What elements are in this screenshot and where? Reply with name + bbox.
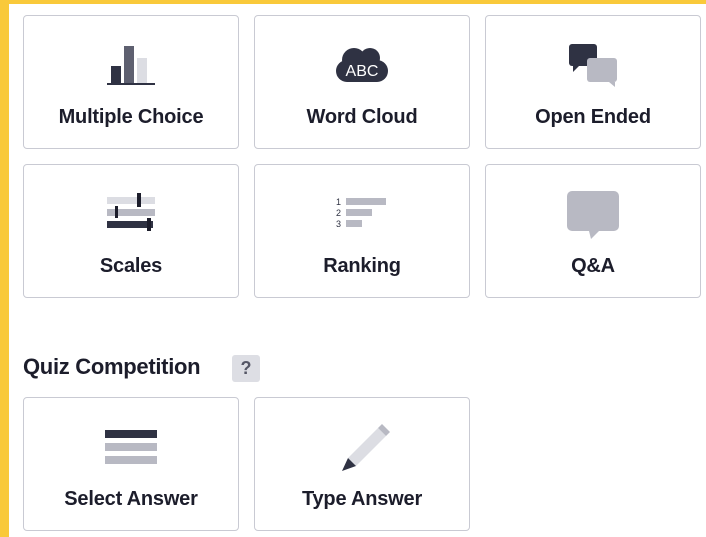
card-label: Ranking xyxy=(323,255,401,277)
pencil-icon xyxy=(255,420,469,472)
card-label: Type Answer xyxy=(301,488,423,510)
chat-bubble-icon xyxy=(486,187,700,239)
yellow-top-border xyxy=(0,0,706,4)
speech-bubbles-icon xyxy=(486,38,700,90)
card-label: Select Answer xyxy=(64,488,198,510)
ranking-card[interactable]: 1 2 3 Ranking xyxy=(254,164,470,298)
rank-number: 3 xyxy=(336,219,341,229)
yellow-left-border xyxy=(0,0,9,537)
help-button[interactable]: ? xyxy=(232,355,260,382)
card-label: Scales xyxy=(99,255,163,277)
card-label: Multiple Choice xyxy=(58,106,204,128)
type-answer-card[interactable]: Type Answer xyxy=(254,397,470,531)
rank-number: 1 xyxy=(336,197,341,207)
word-cloud-icon: ABC xyxy=(255,38,469,90)
scales-card[interactable]: Scales xyxy=(23,164,239,298)
word-cloud-icon-text: ABC xyxy=(346,63,379,80)
word-cloud-card[interactable]: ABC Word Cloud xyxy=(254,15,470,149)
rank-number: 2 xyxy=(336,208,341,218)
open-ended-card[interactable]: Open Ended xyxy=(485,15,701,149)
card-label: Open Ended xyxy=(535,106,651,128)
qa-card[interactable]: Q&A xyxy=(485,164,701,298)
select-answer-card[interactable]: Select Answer xyxy=(23,397,239,531)
list-lines-icon xyxy=(24,420,238,472)
bar-chart-icon xyxy=(24,38,238,90)
section-title: Quiz Competition xyxy=(23,354,201,379)
ranking-icon: 1 2 3 xyxy=(255,187,469,239)
sliders-icon xyxy=(24,187,238,239)
multiple-choice-card[interactable]: Multiple Choice xyxy=(23,15,239,149)
card-label: Q&A xyxy=(571,255,615,277)
card-label: Word Cloud xyxy=(306,106,418,128)
